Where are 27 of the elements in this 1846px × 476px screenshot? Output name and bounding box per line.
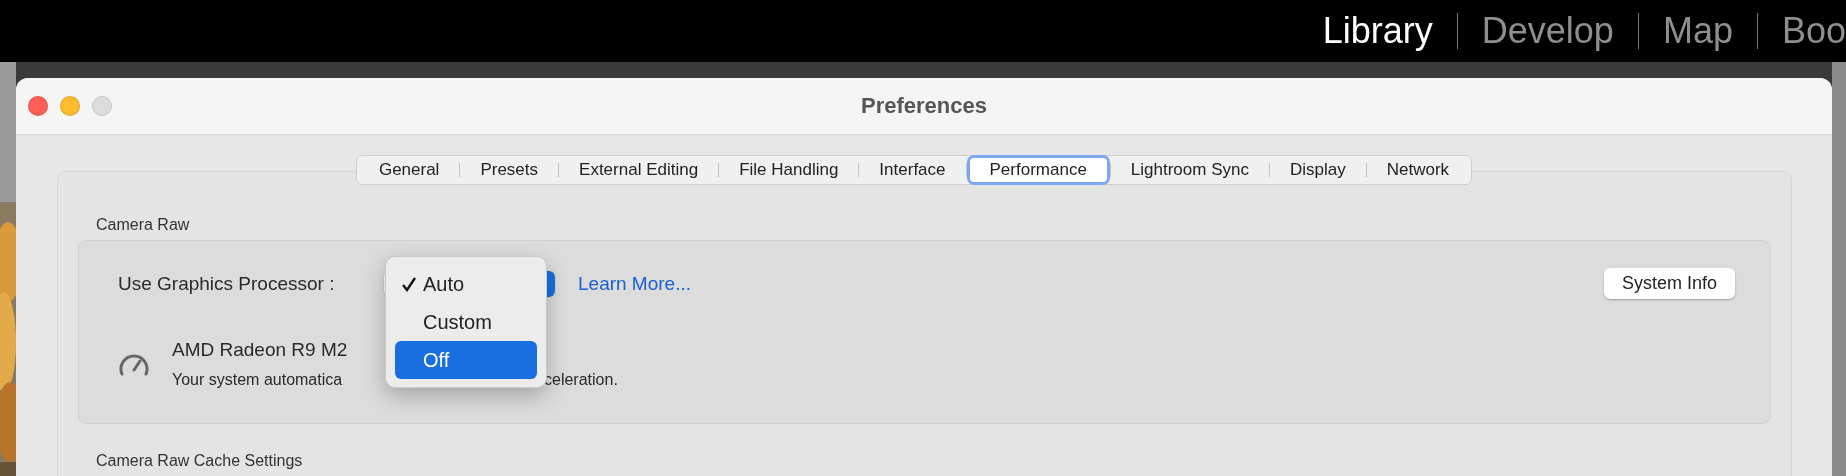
tab[interactable]: Lightroom Sync [1110, 157, 1269, 183]
tab[interactable]: Presets [460, 157, 559, 183]
window-title: Preferences [861, 93, 987, 119]
module-tab[interactable]: Boo [1756, 13, 1846, 49]
status-text: celeration. [544, 371, 618, 389]
tab[interactable]: External Editing [559, 157, 719, 183]
tab[interactable]: File Handling [719, 157, 859, 183]
menu-item[interactable]: Auto [395, 265, 537, 303]
learn-more-link[interactable]: Learn More... [578, 272, 691, 295]
minimize-button[interactable] [60, 96, 80, 116]
menu-item[interactable]: Off [395, 341, 537, 379]
tab[interactable]: Interface [859, 157, 966, 183]
tab[interactable]: Display [1269, 157, 1366, 183]
system-info-button[interactable]: System Info [1603, 268, 1735, 299]
module-tab[interactable]: Map [1637, 13, 1757, 49]
module-tab[interactable]: Library [1298, 13, 1457, 49]
field-label: Use Graphics Processor : [118, 272, 336, 295]
module-tab[interactable]: Develop [1456, 13, 1638, 49]
gpu-name: AMD Radeon R9 M2 [172, 339, 348, 361]
close-button[interactable] [28, 96, 48, 116]
menu-item[interactable]: Custom [395, 303, 537, 341]
tab[interactable]: Network [1366, 157, 1470, 183]
section-heading: Camera Raw [96, 216, 191, 234]
section-heading: Camera Raw Cache Settings [96, 452, 303, 470]
tab[interactable]: General [358, 157, 460, 183]
tab[interactable]: Performance [966, 155, 1110, 185]
status-text: Your system automatica [172, 371, 343, 388]
